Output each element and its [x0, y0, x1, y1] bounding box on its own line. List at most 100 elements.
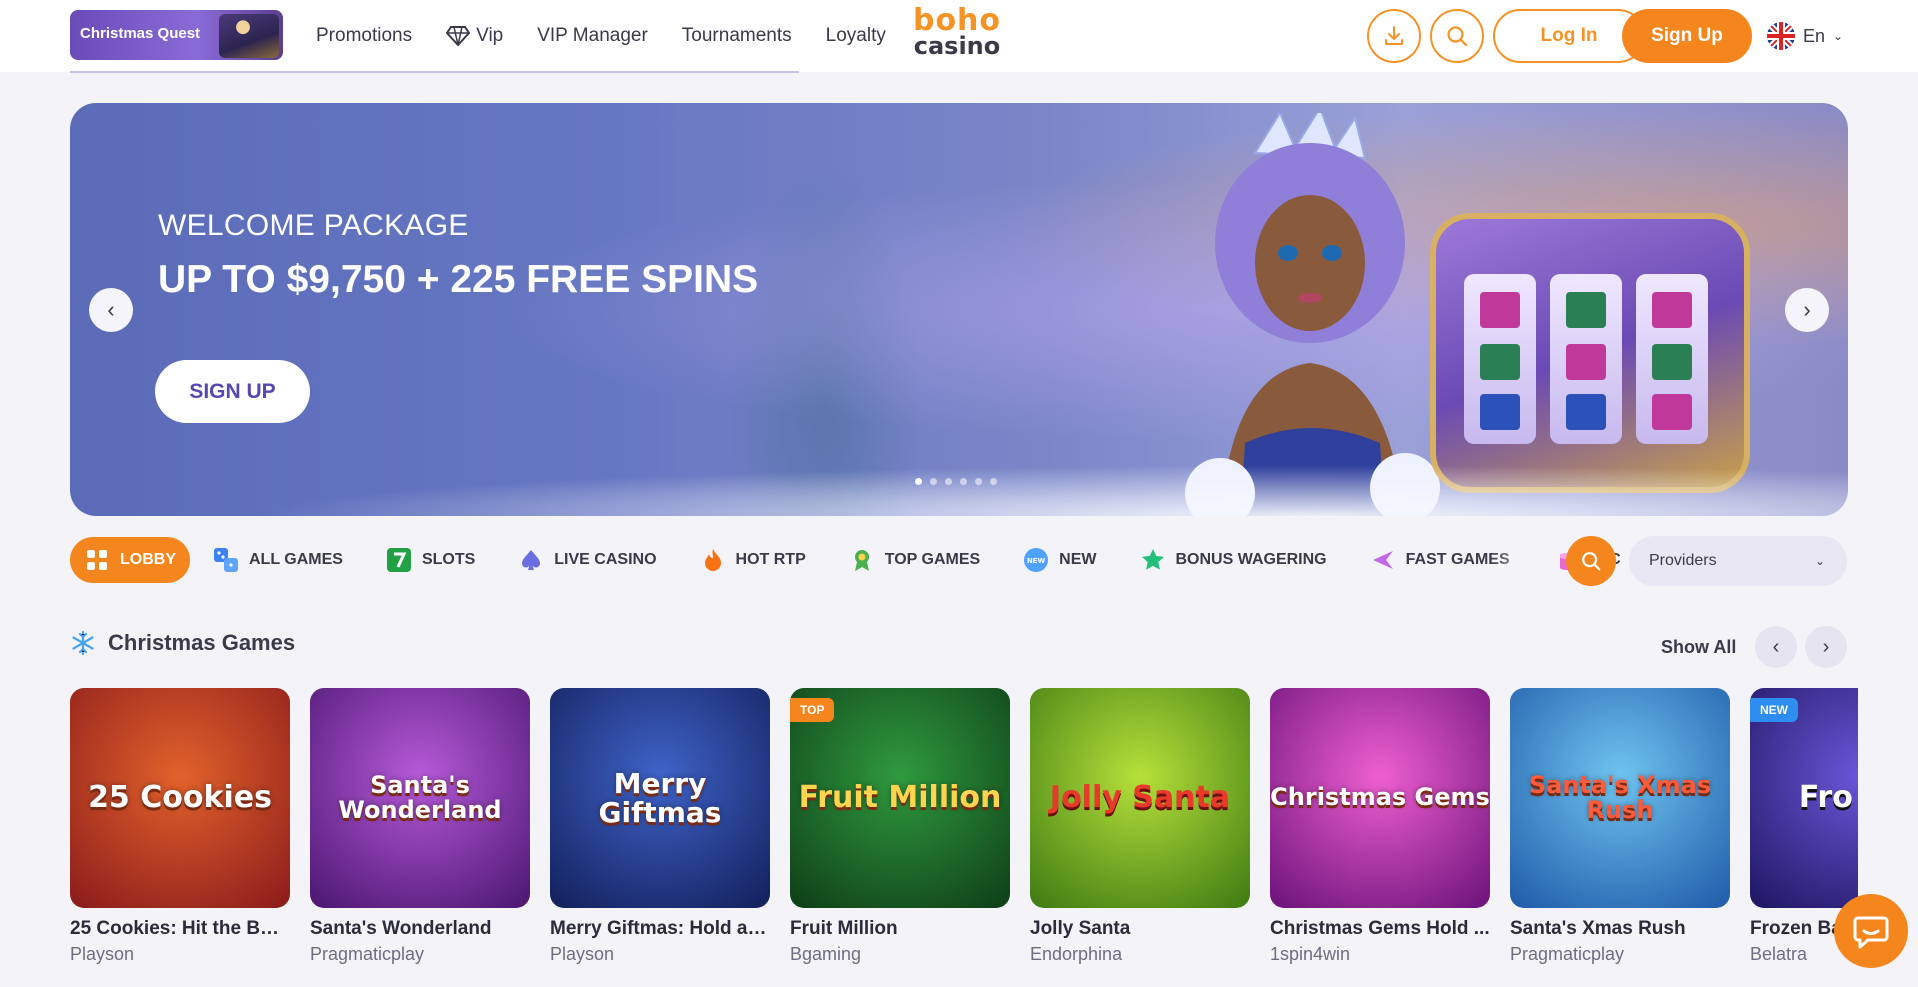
game-thumbnail[interactable]: TOP Fruit Million: [790, 688, 1010, 908]
nav-vip[interactable]: Vip: [446, 25, 503, 47]
hero-prev-button[interactable]: ‹: [89, 288, 133, 332]
game-search-button[interactable]: [1566, 536, 1616, 586]
nav-loyalty[interactable]: Loyalty: [826, 25, 886, 47]
game-thumbnail[interactable]: Merry Giftmas: [550, 688, 770, 908]
search-icon: [1447, 26, 1468, 47]
game-provider: Endorphina: [1030, 944, 1123, 964]
game-art-title: Christmas Gems: [1270, 783, 1490, 812]
section-next-button[interactable]: ›: [1805, 626, 1847, 668]
slide-dot[interactable]: [990, 478, 997, 485]
slide-dot[interactable]: [915, 478, 922, 485]
lobby-grid-icon: [84, 547, 110, 573]
game-name[interactable]: 25 Cookies: Hit the Bon...: [70, 918, 290, 940]
chevron-right-icon: ›: [1822, 635, 1830, 658]
diamond-icon: [446, 26, 471, 46]
hero-next-button[interactable]: ›: [1785, 288, 1829, 332]
category-bonus-wagering[interactable]: BONUS WAGERING: [1140, 537, 1327, 583]
download-icon: [1385, 26, 1403, 45]
game-name[interactable]: Santa's Xmas Rush: [1510, 918, 1730, 940]
category-label: LOBBY: [120, 551, 176, 568]
game-thumbnail[interactable]: 25 Cookies: [70, 688, 290, 908]
category-label: SLOTS: [421, 551, 476, 568]
category-all-games[interactable]: ALL GAMES: [213, 537, 343, 583]
nav-vip-manager[interactable]: VIP Manager: [537, 25, 648, 47]
category-new[interactable]: NEW NEW: [1023, 537, 1097, 583]
hero-pagination: [915, 478, 997, 485]
category-top-games[interactable]: TOP GAMES: [849, 537, 980, 583]
category-lobby[interactable]: LOBBY: [70, 537, 190, 583]
seven-icon: [386, 547, 412, 573]
category-label: HOT RTP: [735, 551, 806, 568]
category-label: LIVE CASINO: [554, 551, 657, 568]
game-card[interactable]: Santa's Xmas Rush Santa's Xmas Rush Prag…: [1510, 688, 1730, 965]
signup-button[interactable]: Sign Up: [1622, 9, 1752, 63]
nav-promotions[interactable]: Promotions: [316, 25, 412, 47]
game-card[interactable]: Merry Giftmas Merry Giftmas: Hold an... …: [550, 688, 770, 965]
game-thumbnail[interactable]: Christmas Gems: [1270, 688, 1490, 908]
category-slots[interactable]: SLOTS: [386, 537, 475, 583]
show-all-link[interactable]: Show All: [1661, 637, 1736, 658]
category-live-casino[interactable]: LIVE CASINO: [518, 537, 657, 583]
game-provider: Pragmaticplay: [1510, 944, 1625, 964]
plane-icon: [1370, 547, 1396, 573]
game-card[interactable]: TOP Fruit Million Fruit Million Bgaming: [790, 688, 1010, 965]
game-card[interactable]: Christmas Gems Christmas Gems Hold ... 1…: [1270, 688, 1490, 965]
chevron-left-icon: ‹: [1772, 635, 1780, 658]
quest-label: Christmas Quest: [80, 25, 201, 42]
game-thumbnail[interactable]: Santa's Xmas Rush: [1510, 688, 1730, 908]
dice-icon: [213, 547, 239, 573]
nav-label: Tournaments: [681, 25, 792, 46]
game-art-title: Fruit Million: [798, 780, 1002, 816]
chevron-down-icon: ⌄: [1814, 554, 1825, 568]
hero-subtitle: WELCOME PACKAGE: [158, 209, 469, 242]
search-icon: [1582, 552, 1601, 571]
providers-dropdown[interactable]: Providers ⌄: [1629, 536, 1847, 586]
game-card[interactable]: Santa's Wonderland Santa's Wonderland Pr…: [310, 688, 530, 965]
quest-character-image: [219, 14, 279, 58]
section-prev-button[interactable]: ‹: [1755, 626, 1797, 668]
main-nav: Promotions Vip VIP Manager Tournaments L…: [316, 0, 920, 72]
star-icon: [1140, 547, 1166, 573]
slide-dot[interactable]: [930, 478, 937, 485]
game-name[interactable]: Jolly Santa: [1030, 918, 1250, 940]
category-label: ALL GAMES: [249, 551, 343, 568]
header-search-button[interactable]: [1430, 9, 1484, 63]
new-badge-icon: NEW: [1023, 547, 1049, 573]
logo-bottom-text: casino: [913, 32, 1001, 60]
live-chat-button[interactable]: [1834, 894, 1908, 968]
game-card[interactable]: 25 Cookies 25 Cookies: Hit the Bon... Pl…: [70, 688, 290, 965]
category-label: BONUS WAGERING: [1175, 551, 1327, 568]
category-fast-games[interactable]: FAST GAMES: [1370, 537, 1510, 583]
game-thumbnail[interactable]: NEW Fro Bar: [1750, 688, 1858, 908]
language-label: En: [1803, 25, 1826, 46]
language-selector[interactable]: En ⌄: [1767, 20, 1843, 52]
nav-tournaments[interactable]: Tournaments: [682, 25, 792, 47]
category-scroll-fade: [1490, 530, 1560, 590]
game-name[interactable]: Santa's Wonderland: [310, 918, 530, 940]
section-title: Christmas Games: [108, 630, 296, 655]
game-name[interactable]: Fruit Million: [790, 918, 1010, 940]
game-name[interactable]: Merry Giftmas: Hold an...: [550, 918, 770, 940]
game-art-title: Santa's Xmas Rush: [1528, 770, 1712, 824]
boho-casino-logo[interactable]: boho casino: [911, 6, 1003, 62]
slide-dot[interactable]: [975, 478, 982, 485]
download-button[interactable]: [1367, 9, 1421, 63]
uk-flag-icon: [1767, 22, 1795, 50]
game-thumbnail[interactable]: Jolly Santa: [1030, 688, 1250, 908]
hero-signup-button[interactable]: SIGN UP: [155, 360, 310, 423]
slot-machine-image: [1430, 213, 1750, 493]
medal-icon: [849, 547, 875, 573]
slide-dot[interactable]: [945, 478, 952, 485]
nav-label: Vip: [476, 25, 504, 46]
game-thumbnail[interactable]: Santa's Wonderland: [310, 688, 530, 908]
category-bar: LOBBY ALL GAMES SLOTS LIVE CASINO HOT RT…: [70, 537, 1664, 583]
category-label: NEW: [1059, 551, 1097, 568]
game-name[interactable]: Christmas Gems Hold ...: [1270, 918, 1490, 940]
christmas-quest-banner[interactable]: Christmas Quest: [70, 10, 283, 60]
providers-label: Providers: [1649, 552, 1717, 569]
game-card[interactable]: Jolly Santa Jolly Santa Endorphina: [1030, 688, 1250, 965]
category-hot-rtp[interactable]: HOT RTP: [700, 537, 806, 583]
chat-bubble-icon: [1853, 916, 1889, 949]
slide-dot[interactable]: [960, 478, 967, 485]
hero-banner[interactable]: [70, 103, 1848, 516]
